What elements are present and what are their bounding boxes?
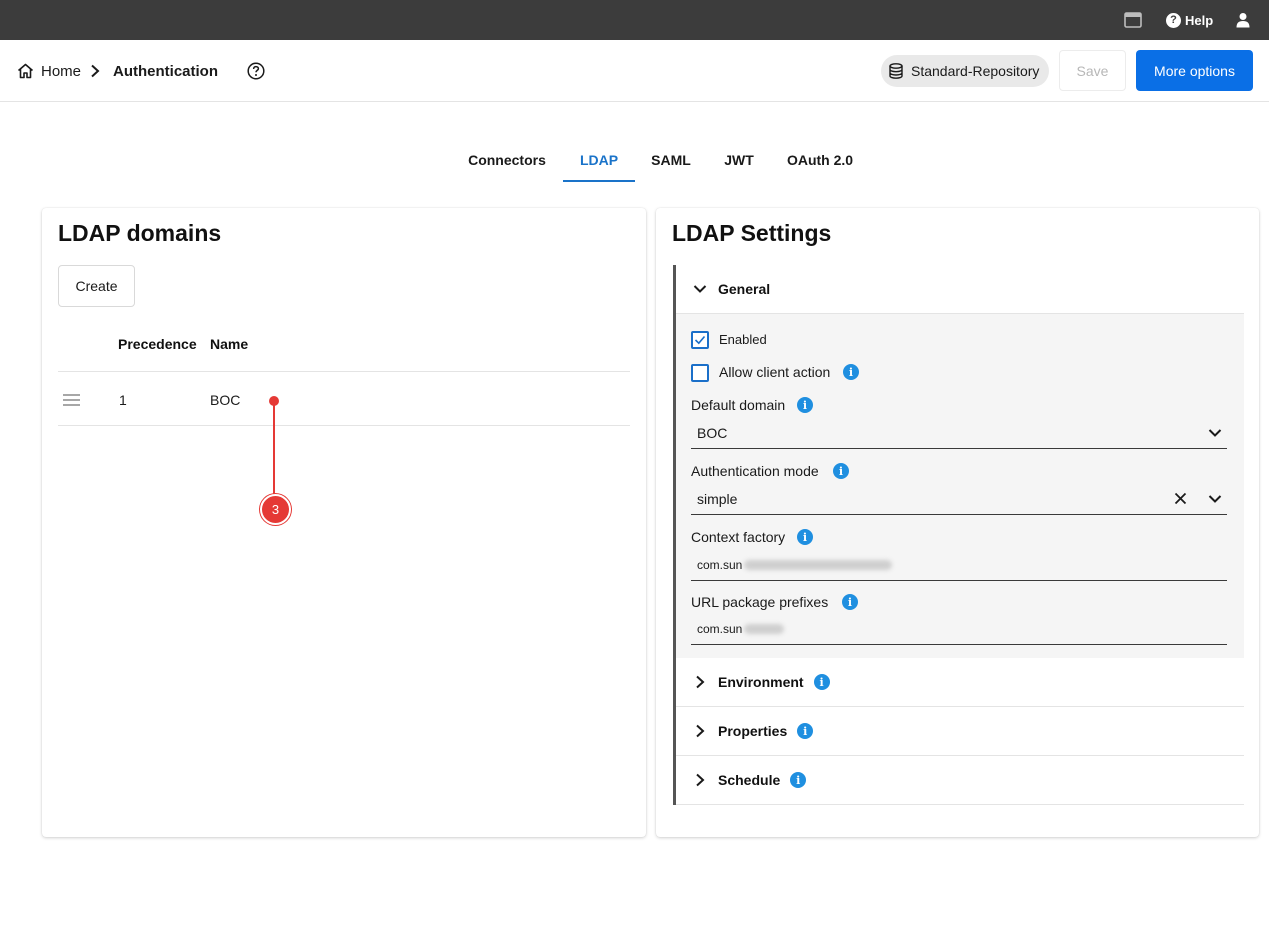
ldap-domains-card: LDAP domains Create Precedence Name 1 BO… <box>42 208 646 837</box>
repository-selector[interactable]: Standard-Repository <box>881 55 1049 87</box>
auth-mode-label: Authentication mode <box>691 463 819 479</box>
accordion-schedule[interactable]: Schedule i <box>676 756 1244 805</box>
auth-mode-select[interactable]: simple <box>691 483 1227 515</box>
clear-icon[interactable] <box>1174 492 1187 505</box>
chevron-down-icon[interactable] <box>1208 494 1222 504</box>
column-header-name[interactable]: Name <box>210 336 248 352</box>
info-icon[interactable]: i <box>797 529 813 545</box>
help-icon: ? <box>1166 12 1181 28</box>
auth-mode-value: simple <box>697 490 738 507</box>
page-header: Home Authentication Standard-Repository … <box>0 40 1269 102</box>
accordion-environment[interactable]: Environment i <box>676 658 1244 707</box>
drag-handle-icon[interactable] <box>63 372 80 427</box>
repository-label: Standard-Repository <box>911 63 1040 79</box>
redacted-text <box>744 623 785 634</box>
default-domain-value: BOC <box>697 424 728 441</box>
url-prefixes-label: URL package prefixes <box>691 594 829 610</box>
ldap-settings-title: LDAP Settings <box>672 220 832 246</box>
breadcrumb-home[interactable]: Home <box>17 40 81 102</box>
table-row[interactable]: 1 BOC <box>58 371 630 426</box>
info-icon[interactable]: i <box>843 364 859 380</box>
url-prefixes-input[interactable]: com.sun <box>691 613 1227 645</box>
column-header-precedence[interactable]: Precedence <box>118 336 197 352</box>
tab-ldap[interactable]: LDAP <box>563 140 635 182</box>
help-circle-icon[interactable] <box>247 40 265 102</box>
accordion-properties[interactable]: Properties i <box>676 707 1244 756</box>
user-icon[interactable] <box>1236 0 1250 40</box>
accordion-schedule-label: Schedule <box>718 772 781 788</box>
accordion-environment-label: Environment <box>718 674 804 690</box>
callout-dot <box>269 396 279 406</box>
create-button[interactable]: Create <box>58 265 135 307</box>
breadcrumb-home-label: Home <box>41 62 82 80</box>
home-icon <box>17 63 34 79</box>
accordion-general[interactable]: General <box>676 265 1244 314</box>
info-icon[interactable]: i <box>813 674 830 690</box>
save-button[interactable]: Save <box>1059 50 1126 91</box>
settings-accordion: General Enabled Allow client action i De… <box>673 265 1244 805</box>
auth-tabs: Connectors LDAP SAML JWT OAuth 2.0 <box>0 140 1269 182</box>
allow-client-action-label: Allow client action <box>719 364 831 380</box>
tab-jwt[interactable]: JWT <box>716 140 762 182</box>
url-prefixes-value: com.sun <box>697 621 743 636</box>
enabled-checkbox[interactable] <box>691 331 709 349</box>
tab-oauth[interactable]: OAuth 2.0 <box>780 140 860 182</box>
row-precedence: 1 <box>119 391 127 408</box>
chevron-right-icon <box>90 40 100 102</box>
breadcrumb-current: Authentication <box>113 62 218 80</box>
ldap-settings-card: LDAP Settings General Enabled Allow clie… <box>656 208 1259 837</box>
row-name: BOC <box>210 391 241 408</box>
info-icon[interactable]: i <box>797 723 814 739</box>
enabled-label: Enabled <box>719 332 767 347</box>
help-label: Help <box>1185 12 1214 28</box>
redacted-text <box>744 559 893 570</box>
database-icon <box>889 63 903 79</box>
accordion-properties-label: Properties <box>718 723 788 739</box>
tab-saml[interactable]: SAML <box>645 140 697 182</box>
window-icon[interactable] <box>1124 0 1142 40</box>
default-domain-select[interactable]: BOC <box>691 417 1227 449</box>
chevron-right-icon <box>696 724 705 738</box>
context-factory-value: com.sun <box>697 557 743 572</box>
info-icon[interactable]: i <box>797 397 813 413</box>
top-bar: ? Help <box>0 0 1269 40</box>
info-icon[interactable]: i <box>842 594 858 610</box>
checkmark-icon <box>694 335 706 345</box>
default-domain-label: Default domain <box>691 397 786 413</box>
help-button[interactable]: ? Help <box>1166 0 1213 40</box>
info-icon[interactable]: i <box>833 463 849 479</box>
info-icon[interactable]: i <box>790 772 807 788</box>
allow-client-action-checkbox[interactable] <box>691 364 709 382</box>
chevron-down-icon <box>693 285 707 293</box>
ldap-domains-title: LDAP domains <box>58 220 222 246</box>
context-factory-input[interactable]: com.sun <box>691 549 1227 581</box>
chevron-right-icon <box>696 675 705 689</box>
context-factory-label: Context factory <box>691 529 786 545</box>
callout-line <box>273 400 275 496</box>
more-options-button[interactable]: More options <box>1136 50 1253 91</box>
chevron-down-icon[interactable] <box>1208 428 1222 438</box>
callout-badge: 3 <box>260 494 291 525</box>
accordion-general-label: General <box>718 281 771 297</box>
tab-connectors[interactable]: Connectors <box>461 140 553 182</box>
chevron-right-icon <box>696 773 705 787</box>
general-section-body: Enabled Allow client action i Default do… <box>676 314 1244 658</box>
